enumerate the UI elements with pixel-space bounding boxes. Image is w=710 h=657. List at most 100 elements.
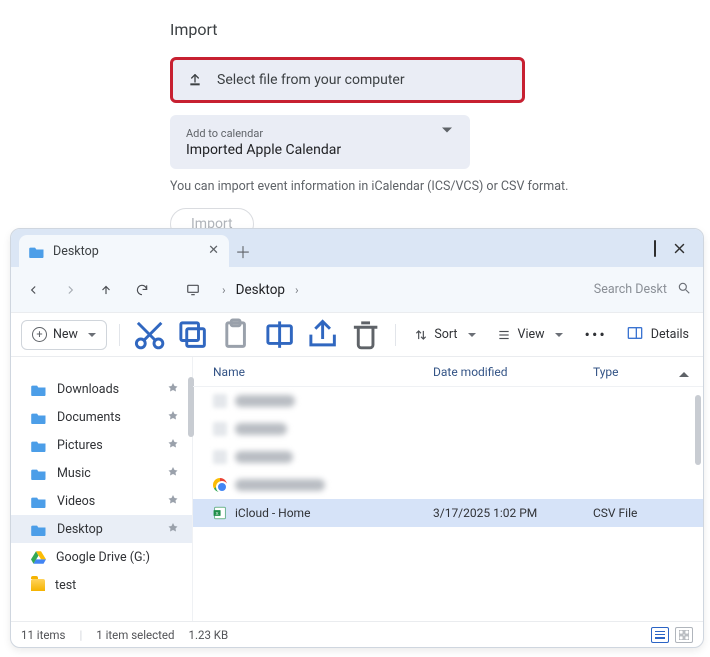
close-window-button[interactable] <box>674 243 685 254</box>
paste-icon[interactable] <box>218 320 253 350</box>
select-file-button[interactable]: Select file from your computer <box>170 57 525 103</box>
delete-icon[interactable] <box>348 320 383 350</box>
chevron-right-icon: › <box>222 283 226 297</box>
pin-icon <box>168 467 178 477</box>
sidebar-item-label: Desktop <box>57 522 103 537</box>
status-size: 1.23 KB <box>189 628 229 642</box>
view-label: View <box>518 327 545 342</box>
chevron-down-icon <box>555 333 563 337</box>
folder-icon <box>31 523 47 536</box>
sidebar-item-label: Videos <box>57 494 95 509</box>
folder-icon <box>29 245 45 258</box>
plus-icon: + <box>32 327 47 342</box>
sort-label: Sort <box>434 327 457 342</box>
import-title: Import <box>170 20 572 39</box>
add-to-calendar-value: Imported Apple Calendar <box>186 142 341 158</box>
collapse-chevron-icon[interactable] <box>679 353 689 372</box>
sidebar: Downloads Documents Pictures Music Video <box>11 357 193 621</box>
import-helper-text: You can import event information in iCal… <box>170 179 600 194</box>
app-icon <box>213 478 227 492</box>
maximize-button[interactable] <box>654 241 656 256</box>
thumbnails-view-icon[interactable] <box>675 627 693 643</box>
column-headers[interactable]: Name Date modified Type <box>193 357 703 387</box>
header-name[interactable]: Name <box>193 365 433 379</box>
file-scrollbar[interactable] <box>695 395 701 465</box>
breadcrumb[interactable]: › Desktop › <box>218 282 537 298</box>
nav-row: › Desktop › Search Deskt <box>11 267 703 313</box>
details-label: Details <box>651 327 689 342</box>
details-pane-button[interactable]: Details <box>623 326 693 344</box>
refresh-button[interactable] <box>131 279 153 301</box>
sidebar-item-pictures[interactable]: Pictures <box>11 431 192 459</box>
details-view-icon[interactable] <box>651 627 669 643</box>
folder-icon <box>31 383 47 396</box>
sidebar-item-label: test <box>55 578 76 593</box>
chevron-down-icon <box>88 333 96 337</box>
copy-icon[interactable] <box>175 320 210 350</box>
search-input[interactable]: Search Deskt <box>551 281 691 299</box>
sort-menu[interactable]: Sort <box>408 320 481 350</box>
new-label: New <box>53 327 78 342</box>
sidebar-item-label: Pictures <box>57 438 103 453</box>
select-file-label: Select file from your computer <box>217 72 405 88</box>
header-type[interactable]: Type <box>593 365 685 379</box>
status-selection: 1 item selected <box>96 628 174 642</box>
forward-button[interactable] <box>59 279 81 301</box>
rename-icon[interactable] <box>262 320 297 350</box>
sidebar-item-google-drive[interactable]: Google Drive (G:) <box>11 543 192 571</box>
add-to-calendar-label: Add to calendar <box>186 127 341 140</box>
details-icon <box>627 326 643 344</box>
google-drive-icon <box>31 551 46 564</box>
new-menu[interactable]: + New <box>21 320 107 350</box>
csv-file-icon: X <box>213 506 227 520</box>
tab-desktop[interactable]: Desktop ✕ <box>19 235 229 267</box>
more-menu[interactable]: ••• <box>577 325 615 344</box>
monitor-icon[interactable] <box>182 279 204 301</box>
search-icon <box>677 281 691 299</box>
add-to-calendar-dropdown[interactable]: Add to calendar Imported Apple Calendar <box>170 115 470 169</box>
folder-icon <box>31 495 47 508</box>
chevron-right-icon: › <box>295 283 299 297</box>
view-menu[interactable]: View <box>490 320 569 350</box>
sidebar-item-documents[interactable]: Documents <box>11 403 192 431</box>
back-button[interactable] <box>23 279 45 301</box>
breadcrumb-item[interactable]: Desktop <box>236 282 285 298</box>
file-row[interactable] <box>193 471 703 499</box>
file-name: iCloud - Home <box>235 506 310 520</box>
folder-icon <box>31 439 47 452</box>
sidebar-item-test[interactable]: test <box>11 571 192 599</box>
pin-icon <box>168 523 178 533</box>
sidebar-item-videos[interactable]: Videos <box>11 487 192 515</box>
pin-icon <box>168 411 178 421</box>
file-row[interactable] <box>193 415 703 443</box>
titlebar: Desktop ✕ ＋ <box>11 229 703 267</box>
file-type: CSV File <box>593 506 685 520</box>
chevron-down-icon <box>468 333 476 337</box>
file-row[interactable] <box>193 443 703 471</box>
file-explorer-window: Desktop ✕ ＋ › Desktop › Search Deskt <box>10 228 704 648</box>
file-date: 3/17/2025 1:02 PM <box>433 506 593 520</box>
folder-icon <box>31 579 45 591</box>
cut-icon[interactable] <box>132 320 167 350</box>
search-placeholder: Search Deskt <box>594 282 667 297</box>
file-row[interactable] <box>193 387 703 415</box>
folder-icon <box>31 467 47 480</box>
header-date[interactable]: Date modified <box>433 365 593 379</box>
share-icon[interactable] <box>305 320 340 350</box>
pin-icon <box>168 383 178 393</box>
sidebar-item-label: Documents <box>57 410 121 425</box>
upload-icon <box>187 72 203 88</box>
new-tab-button[interactable]: ＋ <box>229 235 257 267</box>
sidebar-item-downloads[interactable]: Downloads <box>11 375 192 403</box>
chevron-down-icon <box>442 133 452 152</box>
sidebar-item-desktop[interactable]: Desktop <box>11 515 192 543</box>
sidebar-item-label: Google Drive (G:) <box>56 550 150 565</box>
file-row-selected[interactable]: X iCloud - Home 3/17/2025 1:02 PM CSV Fi… <box>193 499 703 527</box>
sidebar-item-music[interactable]: Music <box>11 459 192 487</box>
status-bar: 11 items | 1 item selected 1.23 KB <box>11 621 703 647</box>
toolbar: + New Sort View ••• Details <box>11 313 703 357</box>
pin-icon <box>168 495 178 505</box>
status-count: 11 items <box>21 628 65 642</box>
up-button[interactable] <box>95 279 117 301</box>
close-tab-icon[interactable]: ✕ <box>208 243 219 258</box>
